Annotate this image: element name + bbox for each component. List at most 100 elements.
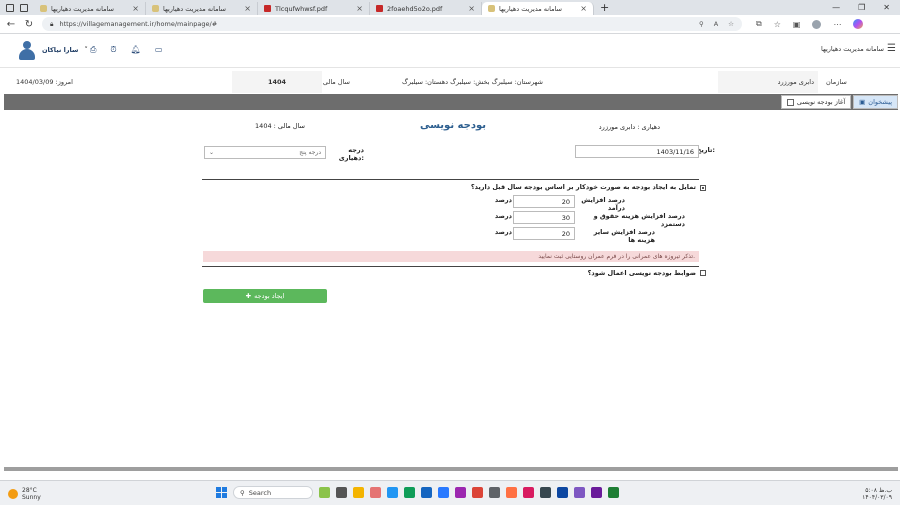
copilot-app-icon[interactable]: [370, 487, 381, 498]
favorite-star-icon[interactable]: ☆: [728, 20, 734, 28]
grade-select[interactable]: ⌄ درجه پنج: [204, 146, 326, 159]
tab-pishkhan[interactable]: پیشخوان ▣: [853, 95, 898, 109]
date-input[interactable]: 1403/11/16: [575, 145, 699, 158]
unit-label: درصد: [494, 196, 512, 204]
bell-icon[interactable]: 🔔︎: [131, 45, 141, 55]
other-costs-increase-input[interactable]: 20: [513, 227, 575, 240]
chrome-icon[interactable]: [472, 487, 483, 498]
horizontal-scrollbar[interactable]: [4, 467, 898, 471]
system-tray[interactable]: ۵:۰۸ ب.ظ ۱۴۰۴/۰۳/۰۹: [862, 487, 892, 501]
close-tab-icon[interactable]: ×: [356, 4, 363, 13]
site-favicon-icon: [488, 5, 495, 12]
tab-title: Tlcqufwhwsf.pdf: [275, 4, 328, 13]
url-field[interactable]: 🔒︎ https://villagemanagement.ir/home/mai…: [42, 17, 742, 31]
browser-tab[interactable]: سامانه مدیریت دهیاریها ×: [34, 2, 146, 15]
close-tab-icon[interactable]: ×: [468, 4, 475, 13]
close-tab-icon[interactable]: ×: [244, 4, 251, 13]
photos-icon[interactable]: [421, 487, 432, 498]
copilot-icon[interactable]: [853, 19, 864, 29]
salary-increase-label: درصد افزایش هزینه حقوق و دستمزد: [593, 212, 685, 228]
workspaces-icon[interactable]: [6, 3, 14, 12]
search-icon: ⚲: [240, 488, 245, 497]
tab-label: آغاز بودجه نویسی: [796, 98, 846, 106]
other-costs-increase-label: درصد افزایش سایر هزینه ها: [593, 228, 655, 244]
excel-icon[interactable]: [608, 487, 619, 498]
create-budget-button[interactable]: ✚ ایجاد بودجه: [203, 289, 327, 303]
browser-tab[interactable]: 2foaehd5o2o.pdf ×: [370, 2, 482, 15]
edge-icon[interactable]: [404, 487, 415, 498]
address-bar-row: ← ↻ 🔒︎ https://villagemanagement.ir/home…: [0, 15, 900, 34]
tab-title: سامانه مدیریت دهیاریها: [499, 4, 562, 13]
weather-widget[interactable]: 28°C Sunny: [8, 487, 41, 501]
app-icon[interactable]: [455, 487, 466, 498]
more-icon[interactable]: ⋯: [833, 20, 841, 29]
settings-icon[interactable]: [489, 487, 500, 498]
maximize-icon[interactable]: ❐: [858, 3, 865, 12]
message-icon[interactable]: ▭: [155, 45, 163, 55]
extensions-icon[interactable]: ⧉: [756, 19, 762, 29]
printer-icon[interactable]: ⎙: [90, 45, 96, 55]
back-icon[interactable]: ←: [6, 19, 16, 30]
notice-banner: تذکر تیروزه های عمرانی را در فرم عمران ر…: [203, 251, 699, 262]
date-value: 1403/11/16: [656, 147, 694, 156]
user-menu[interactable]: سارا نیاکان ˅: [18, 40, 88, 60]
read-aloud-icon[interactable]: A: [714, 20, 718, 28]
app-header: سارا نیاکان ˅ ⎙ ⏰︎ 🔔︎ ▭ سامانه مدیریت ده…: [0, 34, 900, 68]
file-explorer-icon[interactable]: [353, 487, 364, 498]
terminal-icon[interactable]: [540, 487, 551, 498]
minimize-icon[interactable]: —: [832, 3, 840, 12]
taskbar-apps: ⚲ Search: [216, 486, 619, 499]
auto-budget-checkbox[interactable]: [700, 185, 706, 191]
tab-budget-start[interactable]: آغاز بودجه نویسی: [780, 95, 852, 109]
app-icon[interactable]: [523, 487, 534, 498]
caret-down-icon: ˅: [84, 46, 88, 54]
tab-actions-icon[interactable]: [20, 3, 28, 12]
visual-studio-icon[interactable]: [591, 487, 602, 498]
divider: [202, 266, 699, 267]
window-controls-left: [0, 0, 34, 15]
weather-desc: Sunny: [22, 494, 41, 501]
site-favicon-icon: [152, 5, 159, 12]
firefox-icon[interactable]: [506, 487, 517, 498]
refresh-icon[interactable]: ↻: [24, 19, 34, 30]
page-tabs: پیشخوان ▣ آغاز بودجه نویسی: [780, 95, 898, 109]
dehyari-text: دهیاری : دابری مورزرد: [598, 123, 660, 131]
income-increase-input[interactable]: 20: [513, 195, 575, 208]
zoom-icon[interactable]: ⚲: [699, 20, 704, 28]
profile-avatar[interactable]: [812, 19, 822, 29]
alarm-clock-icon[interactable]: ⏰︎: [110, 45, 116, 55]
header-icons: ⎙ ⏰︎ 🔔︎ ▭: [90, 45, 162, 55]
widgets-icon[interactable]: [319, 487, 330, 498]
vscode-icon[interactable]: [438, 487, 449, 498]
close-tab-icon[interactable]: ×: [580, 4, 587, 13]
window-icon: ▣: [859, 98, 866, 106]
browser-tab[interactable]: Tlcqufwhwsf.pdf ×: [258, 2, 370, 15]
auto-budget-question: تمایل به ایجاد بودجه به صورت خودکار بر ا…: [470, 183, 696, 191]
rules-checkbox[interactable]: [700, 270, 706, 276]
fiscal-year-label: سال مالی: [322, 78, 350, 86]
user-name: سارا نیاکان: [42, 46, 79, 54]
hamburger-menu-icon[interactable]: ☰: [887, 43, 896, 54]
pdf-favicon-icon: [376, 5, 383, 12]
windows-start-icon[interactable]: [216, 487, 227, 498]
gray-toolbar: [4, 94, 898, 110]
window-controls: — ❐ ✕: [832, 0, 900, 15]
close-window-icon[interactable]: ✕: [883, 3, 890, 12]
photoshop-icon[interactable]: [557, 487, 568, 498]
search-label: Search: [248, 488, 272, 497]
browser-tab[interactable]: سامانه مدیریت دهیاریها ×: [146, 2, 258, 15]
collections-icon[interactable]: ▣: [793, 20, 801, 29]
store-icon[interactable]: [387, 487, 398, 498]
chevron-down-icon: ⌄: [209, 149, 215, 156]
location-text: شهرستان: سیلبرگ بخش: سیلبرگ دهستان: سیلب…: [402, 78, 543, 86]
task-view-icon[interactable]: [336, 487, 347, 498]
close-tab-icon[interactable]: ×: [132, 4, 139, 13]
salary-increase-input[interactable]: 30: [513, 211, 575, 224]
tab-close-icon[interactable]: [786, 98, 794, 106]
app-icon[interactable]: [574, 487, 585, 498]
taskbar-search[interactable]: ⚲ Search: [233, 486, 313, 499]
new-tab-button[interactable]: +: [594, 0, 615, 15]
clock-time: ۵:۰۸ ب.ظ: [865, 487, 892, 494]
browser-tab-active[interactable]: سامانه مدیریت دهیاریها ×: [482, 2, 594, 15]
favorites-icon[interactable]: ☆: [774, 20, 781, 29]
